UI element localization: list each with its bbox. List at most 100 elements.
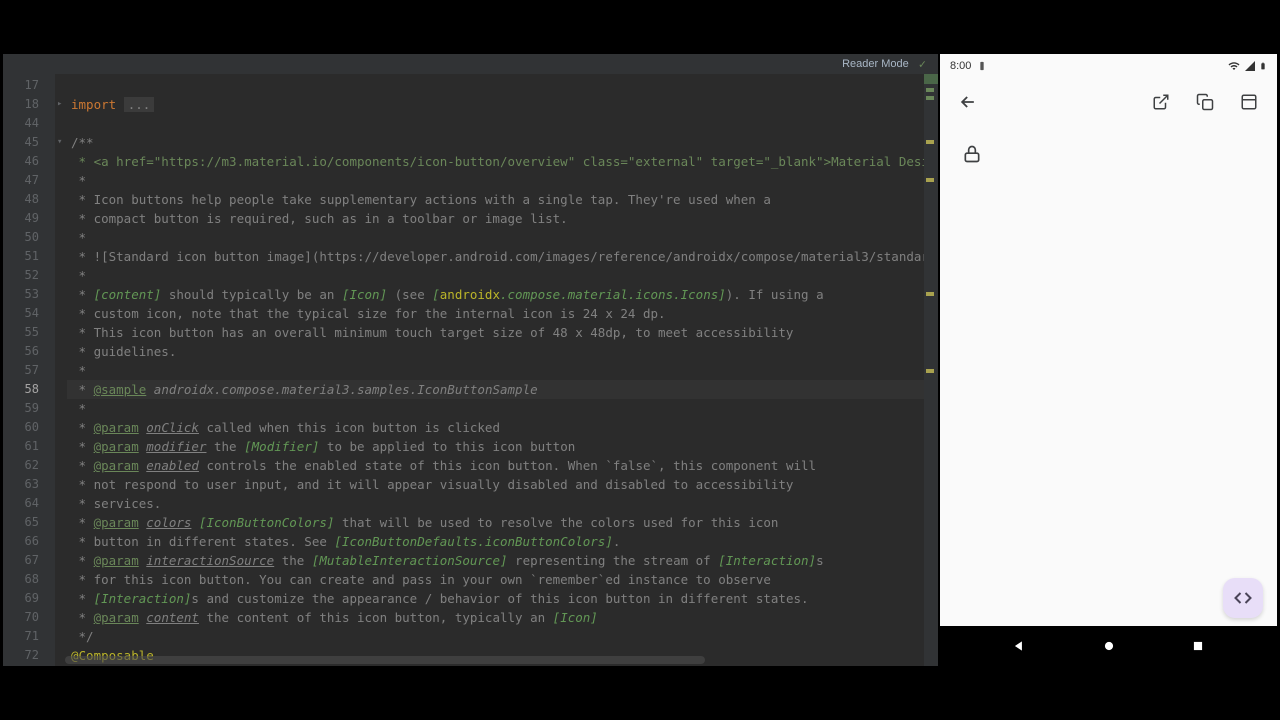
editor-marker[interactable] [926, 88, 934, 92]
editor-marker[interactable] [926, 292, 934, 296]
code-line[interactable]: * compact button is required, such as in… [67, 209, 924, 228]
back-button[interactable] [948, 82, 988, 122]
code-line[interactable]: */ [67, 627, 924, 646]
line-number: 71 [3, 627, 55, 646]
code-line[interactable]: * @param colors [IconButtonColors] that … [67, 513, 924, 532]
code-line[interactable]: * ![Standard icon button image](https://… [67, 247, 924, 266]
code-line[interactable]: * @param modifier the [Modifier] to be a… [67, 437, 924, 456]
line-number: 45 [3, 133, 55, 152]
line-number: 60 [3, 418, 55, 437]
code-line[interactable]: * [67, 266, 924, 285]
main-area: Reader Mode ✓ 17184445464748495051525354… [3, 54, 1277, 666]
lock-icon-button[interactable] [952, 134, 992, 174]
line-number: 47 [3, 171, 55, 190]
code-line[interactable]: * not respond to user input, and it will… [67, 475, 924, 494]
code-line[interactable]: * @param enabled controls the enabled st… [67, 456, 924, 475]
nav-recent-button[interactable] [1188, 636, 1208, 656]
line-number: 72 [3, 646, 55, 665]
fold-gutter: ▸ ▾ [55, 74, 67, 666]
split-view-button[interactable] [1229, 82, 1269, 122]
code-line[interactable]: * [67, 399, 924, 418]
code-line[interactable]: * services. [67, 494, 924, 513]
copy-button[interactable] [1185, 82, 1225, 122]
code-line[interactable]: * <a href="https://m3.material.io/compon… [67, 152, 924, 171]
line-number: 17 [3, 76, 55, 95]
code-area[interactable]: 1718444546474849505152535455565758596061… [3, 74, 938, 666]
fold-marker-icon[interactable]: ▾ [57, 133, 62, 152]
code-line[interactable]: * [67, 361, 924, 380]
code-line[interactable]: * @sample androidx.compose.material3.sam… [67, 380, 924, 399]
line-number: 62 [3, 456, 55, 475]
line-number: 50 [3, 228, 55, 247]
line-number: 59 [3, 399, 55, 418]
device-appbar [940, 78, 1277, 126]
reader-mode-label[interactable]: Reader Mode [842, 58, 909, 70]
code-line[interactable]: * This icon button has an overall minimu… [67, 323, 924, 342]
wifi-icon [1227, 60, 1241, 72]
code-line[interactable]: * @param onClick called when this icon b… [67, 418, 924, 437]
code-line[interactable]: /** [67, 133, 924, 152]
line-number: 70 [3, 608, 55, 627]
code-line[interactable]: * [Interaction]s and customize the appea… [67, 589, 924, 608]
line-number: 64 [3, 494, 55, 513]
editor-header: Reader Mode ✓ [3, 54, 938, 74]
line-number: 18 [3, 95, 55, 114]
marker-strip[interactable] [924, 74, 938, 666]
code-line[interactable]: * Icon buttons help people take suppleme… [67, 190, 924, 209]
line-number: 44 [3, 114, 55, 133]
analysis-indicator-icon[interactable] [924, 74, 938, 84]
nav-home-button[interactable] [1099, 636, 1119, 656]
app-viewport: Reader Mode ✓ 17184445464748495051525354… [0, 0, 1280, 720]
editor-marker[interactable] [926, 96, 934, 100]
device-navbar [940, 626, 1277, 666]
code-line[interactable] [67, 114, 924, 133]
code-lines[interactable]: import ... /** * <a href="https://m3.mate… [67, 74, 924, 666]
line-number: 58 [3, 380, 55, 399]
line-number: 68 [3, 570, 55, 589]
open-external-button[interactable] [1141, 82, 1181, 122]
editor-marker[interactable] [926, 178, 934, 182]
reader-mode-check-icon[interactable]: ✓ [919, 57, 926, 71]
line-number: 69 [3, 589, 55, 608]
code-line[interactable]: * @param interactionSource the [MutableI… [67, 551, 924, 570]
horizontal-scrollbar[interactable] [65, 656, 705, 664]
code-fab-button[interactable] [1223, 578, 1263, 618]
line-number: 65 [3, 513, 55, 532]
line-number: 48 [3, 190, 55, 209]
line-number: 67 [3, 551, 55, 570]
code-line[interactable]: * [content] should typically be an [Icon… [67, 285, 924, 304]
code-editor-pane: Reader Mode ✓ 17184445464748495051525354… [3, 54, 938, 666]
nav-back-button[interactable] [1009, 636, 1029, 656]
battery-icon [1259, 59, 1267, 73]
line-number: 57 [3, 361, 55, 380]
editor-marker[interactable] [926, 369, 934, 373]
line-number: 56 [3, 342, 55, 361]
line-number: 55 [3, 323, 55, 342]
code-line[interactable]: fun IconButton( [67, 665, 924, 666]
code-line[interactable]: * guidelines. [67, 342, 924, 361]
statusbar-time: 8:00 [950, 60, 971, 72]
line-number: 51 [3, 247, 55, 266]
code-line[interactable]: * button in different states. See [IconB… [67, 532, 924, 551]
fold-marker-icon[interactable]: ▸ [57, 95, 62, 114]
signal-icon [1244, 60, 1256, 72]
code-line[interactable] [67, 76, 924, 95]
code-line[interactable]: * custom icon, note that the typical siz… [67, 304, 924, 323]
editor-marker[interactable] [926, 140, 934, 144]
code-line[interactable]: * for this icon button. You can create a… [67, 570, 924, 589]
device-statusbar: 8:00 [940, 54, 1277, 78]
line-number: 54 [3, 304, 55, 323]
device-preview-pane: 8:00 [940, 54, 1277, 666]
line-number: 52 [3, 266, 55, 285]
device-content-area [940, 126, 1277, 626]
code-line[interactable]: * @param content the content of this ico… [67, 608, 924, 627]
line-number: 46 [3, 152, 55, 171]
line-gutter: 1718444546474849505152535455565758596061… [3, 74, 55, 666]
line-number: 73 [3, 665, 55, 666]
statusbar-debug-icon [977, 61, 987, 71]
code-line[interactable]: * [67, 171, 924, 190]
code-line[interactable]: import ... [67, 95, 924, 114]
code-line[interactable]: * [67, 228, 924, 247]
line-number: 49 [3, 209, 55, 228]
line-number: 63 [3, 475, 55, 494]
